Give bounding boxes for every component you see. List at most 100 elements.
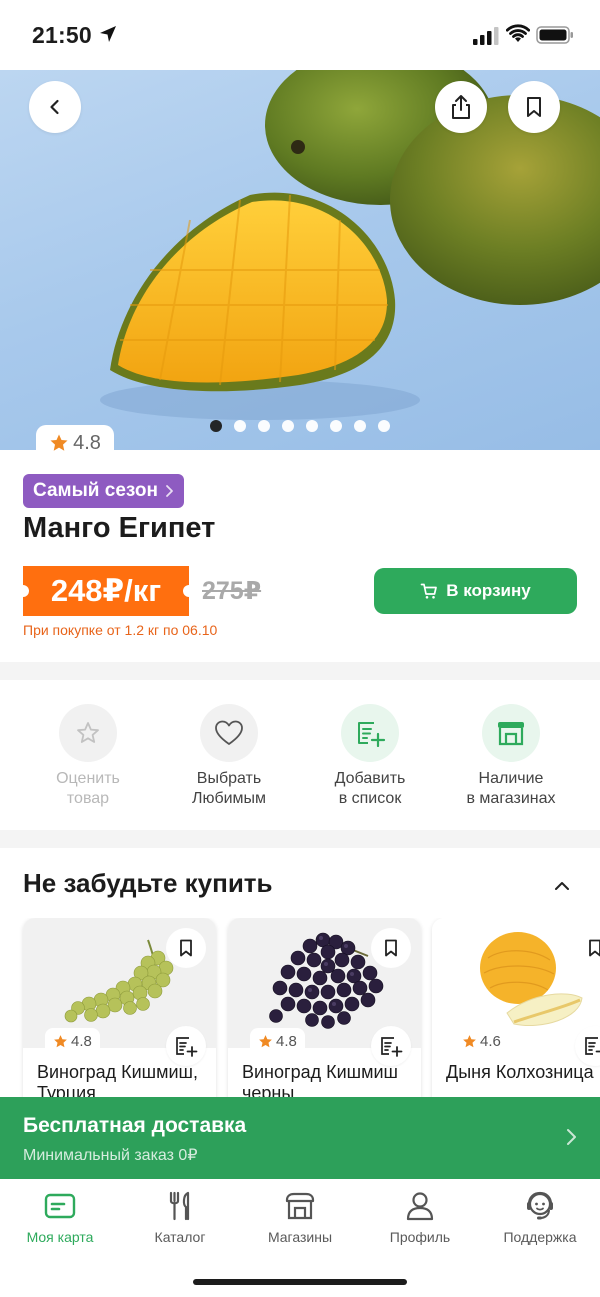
product-rating-value: 4.8 [73, 431, 101, 454]
gallery-dot[interactable] [234, 420, 246, 432]
card-product-name: Виноград Кишмиш черны... [242, 1062, 398, 1098]
product-card[interactable]: 4.8 Виноград Кишмиш черны... [228, 918, 421, 1098]
add-to-list-icon [381, 1037, 403, 1057]
divider [0, 830, 600, 848]
card-rating: 4.6 [454, 1028, 509, 1054]
rate-product-action[interactable]: Оценить товар [18, 704, 158, 809]
tab-catalog-label: Каталог [154, 1229, 206, 1245]
gallery-dot[interactable] [258, 420, 270, 432]
store-availability-label: Наличие в магазинах [466, 770, 556, 807]
card-bookmark-button[interactable] [371, 928, 411, 968]
card-rating-value: 4.8 [71, 1032, 92, 1050]
support-icon [522, 1189, 558, 1223]
delivery-min-order: Минимальный заказ 0₽ [23, 1145, 198, 1165]
product-card[interactable]: 4.8 Виноград Кишмиш, Турция [23, 918, 216, 1098]
store-icon [482, 704, 540, 762]
store-availability-action[interactable]: Наличие в магазинах [441, 704, 581, 809]
heart-outline-icon [200, 704, 258, 762]
card-rating-value: 4.8 [276, 1032, 297, 1050]
card-icon [42, 1189, 78, 1223]
chevron-right-icon [567, 1129, 576, 1145]
profile-icon [402, 1189, 438, 1223]
store-icon [282, 1189, 318, 1223]
wifi-icon [506, 24, 530, 42]
home-indicator [193, 1279, 407, 1285]
chevron-up-icon [555, 882, 569, 890]
tab-profile-label: Профиль [389, 1229, 451, 1245]
share-icon [452, 95, 470, 119]
chevron-left-icon [50, 99, 59, 115]
free-delivery-banner[interactable]: Бесплатная доставка Минимальный заказ 0₽ [0, 1097, 600, 1179]
tab-my-card[interactable]: Моя карта [0, 1189, 120, 1245]
card-bookmark-button[interactable] [166, 928, 206, 968]
promo-note: При покупке от 1.2 кг по 06.10 [23, 622, 218, 638]
season-badge[interactable]: Самый сезон [23, 474, 184, 508]
card-add-to-list-button[interactable] [166, 1026, 206, 1066]
mango-image [100, 70, 600, 420]
recommendations-carousel[interactable]: 4.8 Виноград Кишмиш, Турция 4.8 Виноград… [0, 918, 600, 1098]
card-rating: 4.8 [45, 1028, 100, 1054]
status-bar: 21:50 [0, 0, 600, 70]
tab-stores-label: Магазины [267, 1229, 333, 1245]
product-card[interactable]: 4.6 Дыня Колхозница [432, 918, 600, 1098]
section-title: Не забудьте купить [23, 868, 273, 898]
product-actions: Оценить товар Выбрать Любимым Добавить в… [0, 680, 600, 830]
star-icon [50, 434, 68, 451]
chevron-right-icon [166, 485, 173, 497]
add-to-list-label: Добавить в список [334, 770, 406, 807]
star-icon [463, 1034, 476, 1047]
gallery-dot[interactable] [330, 420, 342, 432]
cart-icon [420, 583, 438, 599]
add-to-cart-button[interactable]: В корзину [374, 568, 577, 614]
star-icon [54, 1034, 67, 1047]
old-price: 275₽ [202, 577, 262, 605]
divider [0, 662, 600, 680]
rate-product-label: Оценить товар [56, 770, 120, 807]
collapse-section-button[interactable] [548, 872, 576, 900]
product-rating: 4.8 [36, 425, 114, 461]
bookmark-button[interactable] [508, 81, 560, 133]
card-rating-value: 4.6 [480, 1032, 501, 1050]
bookmark-icon [385, 939, 397, 957]
card-product-name: Дыня Колхозница [446, 1062, 594, 1082]
add-to-cart-label: В корзину [446, 581, 531, 600]
delivery-min-label: Минимальный заказ [23, 1147, 174, 1164]
add-to-list-icon [585, 1037, 600, 1055]
gallery-dot[interactable] [306, 420, 318, 432]
delivery-title: Бесплатная доставка [23, 1114, 247, 1137]
favorite-label: Выбрать Любимым [191, 770, 267, 807]
star-icon [259, 1034, 272, 1047]
favorite-action[interactable]: Выбрать Любимым [159, 704, 299, 809]
tab-stores[interactable]: Магазины [240, 1189, 360, 1245]
status-time: 21:50 [32, 22, 92, 48]
product-image-gallery[interactable] [0, 70, 600, 450]
tab-my-card-label: Моя карта [26, 1229, 94, 1245]
cellular-signal-icon [473, 27, 499, 45]
tab-profile[interactable]: Профиль [360, 1189, 480, 1245]
bookmark-icon [180, 939, 192, 957]
add-to-list-icon [176, 1037, 198, 1057]
back-button[interactable] [29, 81, 81, 133]
tab-support[interactable]: Поддержка [480, 1189, 600, 1245]
add-to-list-action[interactable]: Добавить в список [300, 704, 440, 809]
tab-catalog[interactable]: Каталог [120, 1189, 240, 1245]
add-to-list-icon [341, 704, 399, 762]
share-button[interactable] [435, 81, 487, 133]
delivery-min-value: 0₽ [178, 1147, 198, 1164]
card-add-to-list-button[interactable] [371, 1026, 411, 1066]
product-title: Манго Египет [23, 512, 216, 544]
catalog-icon [162, 1189, 198, 1223]
price-tag: 248₽/кг [17, 566, 195, 616]
bookmark-icon [527, 97, 541, 117]
gallery-dot[interactable] [354, 420, 366, 432]
tab-support-label: Поддержка [503, 1229, 577, 1245]
gallery-dot[interactable] [378, 420, 390, 432]
location-arrow-icon [100, 26, 116, 42]
card-product-name: Виноград Кишмиш, Турция [37, 1062, 198, 1098]
battery-icon [536, 26, 573, 44]
gallery-dot[interactable] [210, 420, 222, 432]
bookmark-icon [589, 939, 600, 957]
card-rating: 4.8 [250, 1028, 305, 1054]
season-badge-label: Самый сезон [33, 480, 158, 501]
gallery-dot[interactable] [282, 420, 294, 432]
